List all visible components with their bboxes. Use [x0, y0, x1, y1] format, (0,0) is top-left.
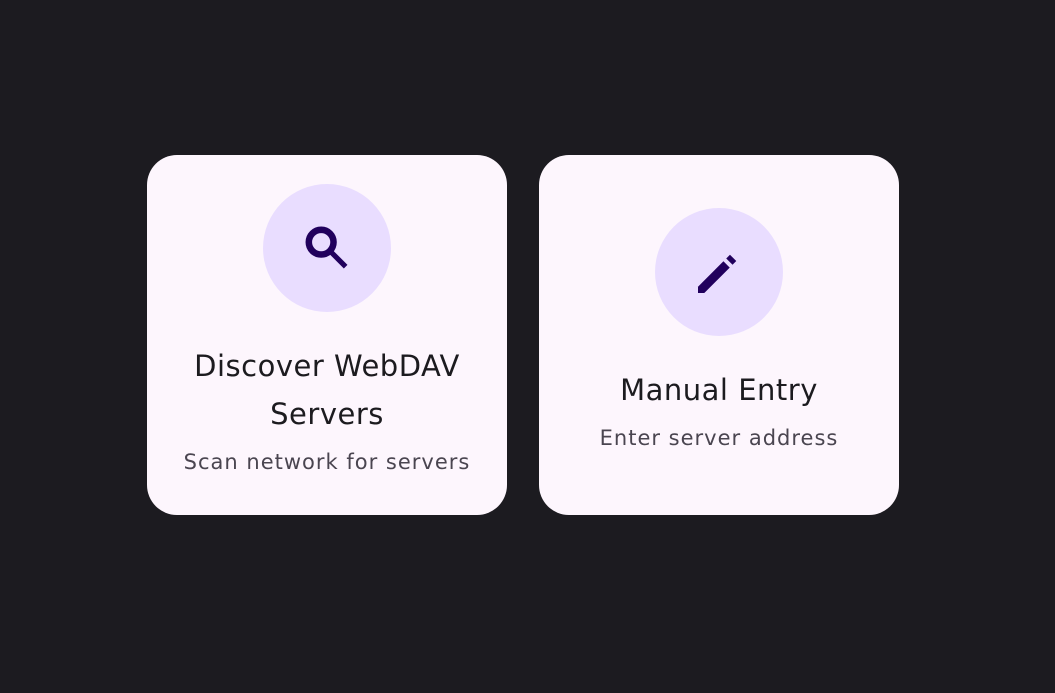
manual-entry-icon-container — [655, 208, 783, 336]
discover-card-title: Discover WebDAV Servers — [194, 349, 460, 431]
discover-icon-container — [263, 184, 391, 312]
screen: Discover WebDAV Servers Scan network for… — [0, 0, 1055, 693]
discover-card-subtitle: Scan network for servers — [183, 450, 471, 474]
search-icon — [305, 226, 348, 269]
manual-entry-card-subtitle: Enter server address — [599, 426, 839, 450]
discover-servers-card[interactable]: Discover WebDAV Servers Scan network for… — [147, 155, 507, 515]
manual-entry-card-title: Manual Entry — [620, 373, 818, 407]
edit-pencil-icon — [698, 254, 737, 293]
manual-entry-card[interactable]: Manual Entry Enter server address — [539, 155, 899, 515]
